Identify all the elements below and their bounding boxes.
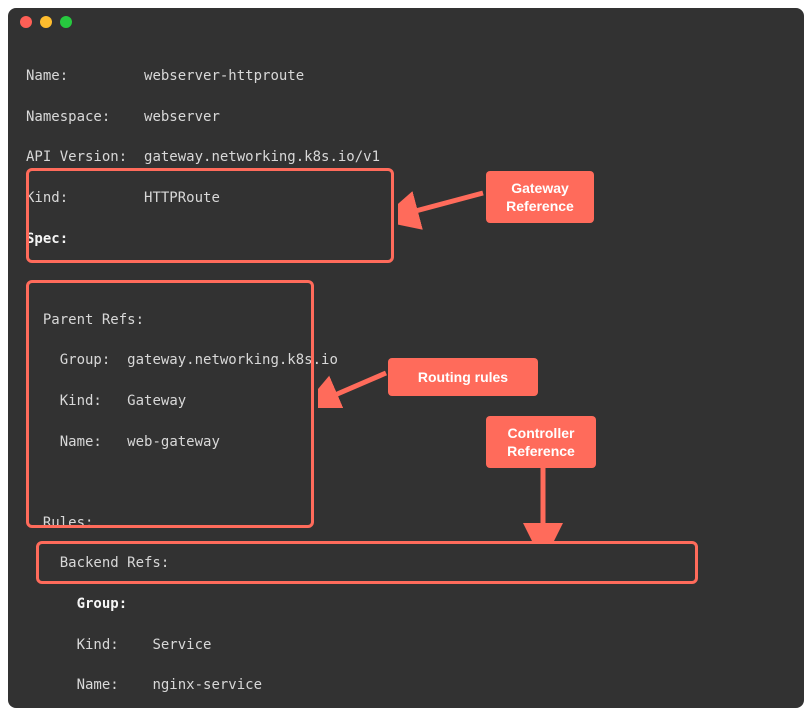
parentrefs-name: Name: web-gateway bbox=[26, 432, 786, 452]
rules-title: Rules: bbox=[26, 513, 786, 533]
titlebar bbox=[8, 8, 804, 36]
backend-title: Backend Refs: bbox=[26, 553, 786, 573]
namespace-line: Namespace: webserver bbox=[26, 107, 786, 127]
parentrefs-title: Parent Refs: bbox=[26, 310, 786, 330]
rules-group: Group: bbox=[26, 594, 786, 614]
blank-line bbox=[26, 269, 786, 289]
callout-routing-rules: Routing rules bbox=[388, 358, 538, 396]
name-label: Name: bbox=[26, 68, 68, 84]
kind-line: Kind: HTTPRoute bbox=[26, 188, 786, 208]
kind-value: HTTPRoute bbox=[144, 190, 220, 206]
kind-label: Kind: bbox=[26, 190, 68, 206]
blank-line-2 bbox=[26, 472, 786, 492]
maximize-icon[interactable] bbox=[60, 16, 72, 28]
apiversion-label: API Version: bbox=[26, 149, 127, 165]
terminal-window: Name: webserver-httproute Namespace: web… bbox=[8, 8, 804, 708]
apiversion-value: gateway.networking.k8s.io/v1 bbox=[144, 149, 380, 165]
spec-label: Spec: bbox=[26, 231, 68, 247]
name-line: Name: webserver-httproute bbox=[26, 66, 786, 86]
minimize-icon[interactable] bbox=[40, 16, 52, 28]
rules-kind: Kind: Service bbox=[26, 635, 786, 655]
callout-controller-reference: Controller Reference bbox=[486, 416, 596, 468]
rules-name: Name: nginx-service bbox=[26, 675, 786, 695]
close-icon[interactable] bbox=[20, 16, 32, 28]
namespace-label: Namespace: bbox=[26, 109, 110, 125]
name-value: webserver-httproute bbox=[144, 68, 304, 84]
callout-gateway-reference: Gateway Reference bbox=[486, 171, 594, 223]
namespace-value: webserver bbox=[144, 109, 220, 125]
spec-line: Spec: bbox=[26, 229, 786, 249]
apiversion-line: API Version: gateway.networking.k8s.io/v… bbox=[26, 147, 786, 167]
